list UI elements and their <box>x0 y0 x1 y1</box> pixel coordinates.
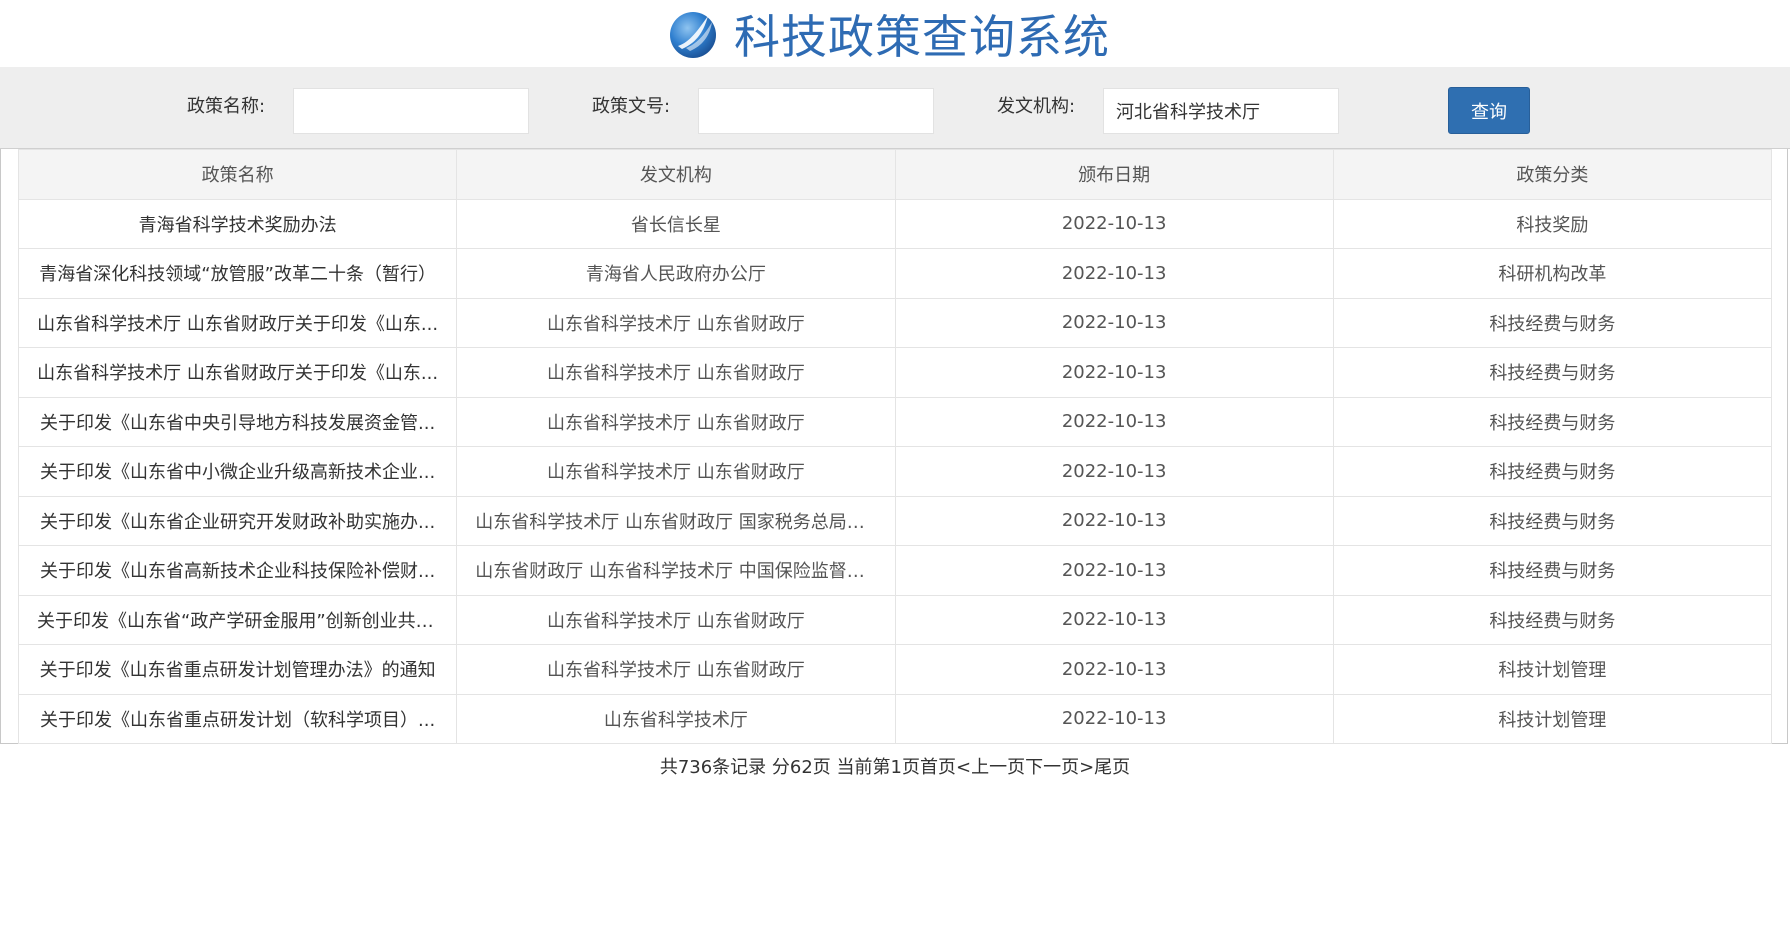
date-cell: 2022-10-13 <box>894 545 1334 596</box>
category-cell: 科技经费与财务 <box>1332 545 1773 596</box>
table-row[interactable]: 关于印发《山东省“政产学研金服用”创新创业共同... 山东省科学技术厅 山东省财… <box>17 594 1773 645</box>
issuer-cell: 青海省人民政府办公厅 <box>456 248 896 299</box>
policy-number-label: 政策文号: <box>592 96 671 117</box>
date-cell: 2022-10-13 <box>894 495 1334 546</box>
policy-name-cell[interactable]: 山东省科学技术厅 山东省财政厅关于印发《山东... <box>17 297 458 348</box>
issuer-cell: 山东省科学技术厅 山东省财政厅 <box>456 446 896 497</box>
issuer-cell: 省长信长星 <box>456 198 896 249</box>
issuer-cell: 山东省科学技术厅 山东省财政厅 国家税务总局山... <box>456 495 896 546</box>
date-cell: 2022-10-13 <box>894 644 1334 695</box>
next-page-link[interactable]: 下一页> <box>1025 757 1094 778</box>
issuer-cell: 山东省科学技术厅 山东省财政厅 <box>456 594 896 645</box>
table-header-row: 政策名称 发文机构 颁布日期 政策分类 <box>17 149 1773 200</box>
table-row[interactable]: 关于印发《山东省中小微企业升级高新技术企业... 山东省科学技术厅 山东省财政厅… <box>17 446 1773 497</box>
table-row[interactable]: 山东省科学技术厅 山东省财政厅关于印发《山东... 山东省科学技术厅 山东省财政… <box>17 297 1773 348</box>
category-cell: 科技经费与财务 <box>1332 347 1773 398</box>
table-row[interactable]: 关于印发《山东省重点研发计划（软科学项目）... 山东省科学技术厅 2022-1… <box>17 693 1773 744</box>
policy-name-cell[interactable]: 关于印发《山东省重点研发计划（软科学项目）... <box>17 693 458 744</box>
policy-name-cell[interactable]: 关于印发《山东省中小微企业升级高新技术企业... <box>17 446 458 497</box>
date-cell: 2022-10-13 <box>894 693 1334 744</box>
table-row[interactable]: 关于印发《山东省高新技术企业科技保险补偿财... 山东省财政厅 山东省科学技术厅… <box>17 545 1773 596</box>
issuer-cell: 山东省科学技术厅 山东省财政厅 <box>456 297 896 348</box>
policy-name-label: 政策名称: <box>187 96 266 117</box>
table-row[interactable]: 关于印发《山东省中央引导地方科技发展资金管... 山东省科学技术厅 山东省财政厅… <box>17 396 1773 447</box>
policy-name-cell[interactable]: 关于印发《山东省企业研究开发财政补助实施办... <box>17 495 458 546</box>
pagination-summary: 共736条记录 分62页 当前第1页 <box>659 757 920 778</box>
date-cell: 2022-10-13 <box>894 297 1334 348</box>
policy-name-cell[interactable]: 山东省科学技术厅 山东省财政厅关于印发《山东... <box>17 347 458 398</box>
search-bar: 政策名称: 政策文号: 发文机构: 查询 <box>0 67 1790 149</box>
logo-icon <box>668 8 720 60</box>
column-header-issuer: 发文机构 <box>456 149 896 200</box>
category-cell: 科研机构改革 <box>1332 248 1773 299</box>
policy-name-cell[interactable]: 青海省科学技术奖励办法 <box>17 198 458 249</box>
pagination: 共736条记录 分62页 当前第1页首页<上一页下一页>尾页 <box>0 750 1790 786</box>
page-title: 科技政策查询系统 <box>734 9 1110 64</box>
issuer-input[interactable] <box>1103 88 1339 134</box>
policy-name-input[interactable] <box>293 88 529 134</box>
results-table: 政策名称 发文机构 颁布日期 政策分类 青海省科学技术奖励办法 省长信长星 20… <box>17 149 1773 744</box>
issuer-cell: 山东省科学技术厅 山东省财政厅 <box>456 347 896 398</box>
issuer-cell: 山东省科学技术厅 山东省财政厅 <box>456 396 896 447</box>
category-cell: 科技经费与财务 <box>1332 594 1773 645</box>
policy-name-cell[interactable]: 青海省深化科技领域“放管服”改革二十条（暂行） <box>17 248 458 299</box>
first-page-link[interactable]: 首页 <box>920 757 956 778</box>
category-cell: 科技经费与财务 <box>1332 297 1773 348</box>
issuer-cell: 山东省科学技术厅 山东省财政厅 <box>456 644 896 695</box>
category-cell: 科技计划管理 <box>1332 644 1773 695</box>
category-cell: 科技计划管理 <box>1332 693 1773 744</box>
category-cell: 科技经费与财务 <box>1332 396 1773 447</box>
date-cell: 2022-10-13 <box>894 347 1334 398</box>
table-row[interactable]: 关于印发《山东省重点研发计划管理办法》的通知 山东省科学技术厅 山东省财政厅 2… <box>17 644 1773 695</box>
table-row[interactable]: 山东省科学技术厅 山东省财政厅关于印发《山东... 山东省科学技术厅 山东省财政… <box>17 347 1773 398</box>
date-cell: 2022-10-13 <box>894 446 1334 497</box>
policy-name-cell[interactable]: 关于印发《山东省高新技术企业科技保险补偿财... <box>17 545 458 596</box>
policy-name-cell[interactable]: 关于印发《山东省中央引导地方科技发展资金管... <box>17 396 458 447</box>
policy-number-input[interactable] <box>698 88 934 134</box>
issuer-cell: 山东省财政厅 山东省科学技术厅 中国保险监督管... <box>456 545 896 596</box>
table-row[interactable]: 青海省深化科技领域“放管服”改革二十条（暂行） 青海省人民政府办公厅 2022-… <box>17 248 1773 299</box>
category-cell: 科技经费与财务 <box>1332 446 1773 497</box>
category-cell: 科技经费与财务 <box>1332 495 1773 546</box>
header: 科技政策查询系统 <box>0 0 1790 67</box>
column-header-category: 政策分类 <box>1332 149 1773 200</box>
category-cell: 科技奖励 <box>1332 198 1773 249</box>
column-header-policy-name: 政策名称 <box>17 149 458 200</box>
table-row[interactable]: 关于印发《山东省企业研究开发财政补助实施办... 山东省科学技术厅 山东省财政厅… <box>17 495 1773 546</box>
results-table-container: 政策名称 发文机构 颁布日期 政策分类 青海省科学技术奖励办法 省长信长星 20… <box>0 149 1788 744</box>
date-cell: 2022-10-13 <box>894 594 1334 645</box>
last-page-link[interactable]: 尾页 <box>1094 757 1130 778</box>
policy-name-cell[interactable]: 关于印发《山东省重点研发计划管理办法》的通知 <box>17 644 458 695</box>
issuer-cell: 山东省科学技术厅 <box>456 693 896 744</box>
column-header-date: 颁布日期 <box>894 149 1334 200</box>
date-cell: 2022-10-13 <box>894 198 1334 249</box>
date-cell: 2022-10-13 <box>894 396 1334 447</box>
policy-name-cell[interactable]: 关于印发《山东省“政产学研金服用”创新创业共同... <box>17 594 458 645</box>
query-button[interactable]: 查询 <box>1448 87 1530 134</box>
prev-page-link[interactable]: <上一页 <box>956 757 1025 778</box>
table-row[interactable]: 青海省科学技术奖励办法 省长信长星 2022-10-13 科技奖励 <box>17 198 1773 249</box>
issuer-label: 发文机构: <box>997 96 1076 117</box>
date-cell: 2022-10-13 <box>894 248 1334 299</box>
